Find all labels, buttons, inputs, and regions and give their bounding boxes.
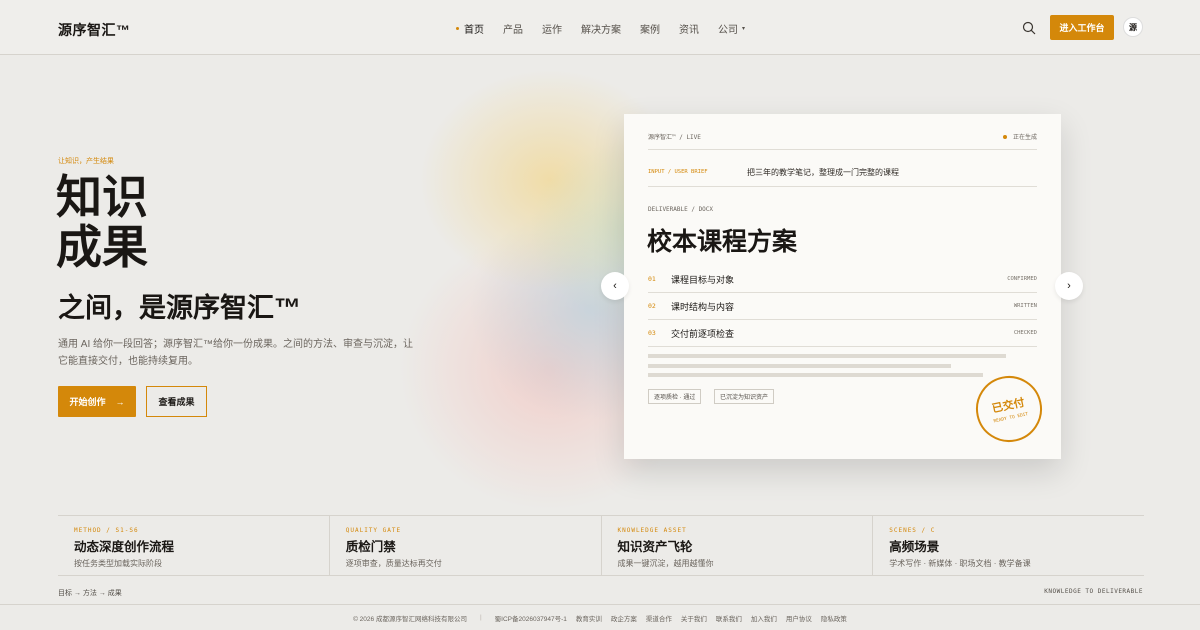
divider xyxy=(648,149,1037,150)
brief-text: 把三年的教学笔记，整理成一门完整的课程 xyxy=(747,168,899,177)
footer-link[interactable]: 教育实训 xyxy=(576,613,602,623)
icp-link[interactable]: 蜀ICP备2026037947号-1 xyxy=(495,613,567,623)
active-dot-icon xyxy=(456,27,459,30)
text-placeholder-bar xyxy=(648,364,951,368)
main-nav: 首页 产品 运作 解决方案 案例 资讯 公司 ▾ xyxy=(456,21,764,36)
tagline: KNOWLEDGE TO DELIVERABLE xyxy=(1044,588,1143,595)
card-tag: 源序智汇™ / LIVE xyxy=(648,134,701,141)
hero-subtitle: 之间，是源序智汇™ xyxy=(58,293,301,323)
nav-item-company[interactable]: 公司 ▾ xyxy=(718,21,745,36)
card-title: 校本课程方案 xyxy=(647,228,798,256)
hero-title: 知识 成果 xyxy=(56,172,148,272)
nav-item-news[interactable]: 资讯 xyxy=(679,21,699,36)
footer-link[interactable]: 政企方案 xyxy=(611,613,637,623)
hero-title-line2: 成果 xyxy=(56,221,148,273)
copyright: © 2026 成都源序智汇网络科技有限公司 xyxy=(353,615,467,623)
feature-method[interactable]: METHOD / S1-S6 动态深度创作流程 按任务类型加载实际阶段 xyxy=(58,516,330,575)
hero-description: 通用 AI 给你一段回答；源序智汇™给你一份成果。之间的方法、审查与沉淀，让它能… xyxy=(58,339,414,367)
card-status: 正在生成 xyxy=(1002,132,1037,141)
nav-item-operation[interactable]: 运作 xyxy=(542,21,562,36)
nav-item-solutions[interactable]: 解决方案 xyxy=(581,21,621,36)
knowledge-asset-pill: 已沉淀为知识资产 xyxy=(714,389,775,404)
search-icon[interactable] xyxy=(1022,21,1036,35)
carousel-next-button[interactable]: › xyxy=(1055,272,1083,300)
text-placeholder-bar xyxy=(648,354,1006,358)
breadcrumb: 目标 → 方法 → 成果 xyxy=(58,590,122,597)
site-header: 源序智汇™ 首页 产品 运作 解决方案 案例 资讯 公司 ▾ 进入工作台 源 xyxy=(0,0,1200,55)
checklist-item: 02 课时结构与内容 WRITTEN xyxy=(648,293,1037,320)
footer-link[interactable]: 渠道合作 xyxy=(646,613,672,623)
divider: | xyxy=(479,614,482,621)
avatar[interactable]: 源 xyxy=(1123,17,1143,37)
view-results-button[interactable]: 查看成果 xyxy=(146,386,207,417)
deliverable-label: DELIVERABLE / DOCX xyxy=(648,206,714,213)
checklist: 01 课程目标与对象 CONFIRMED 02 课时结构与内容 WRITTEN … xyxy=(648,266,1037,347)
arrow-right-icon: → xyxy=(115,396,125,407)
feature-scenes[interactable]: SCENES / C 高频场景 学术写作 · 新媒体 · 职场文档 · 教学备课 xyxy=(873,516,1144,575)
nav-item-cases[interactable]: 案例 xyxy=(640,21,660,36)
footer-link[interactable]: 关于我们 xyxy=(681,613,707,623)
quality-check-pill: 逐项质检 · 通过 xyxy=(648,389,702,404)
divider xyxy=(648,186,1037,187)
nav-item-home[interactable]: 首页 xyxy=(456,21,484,36)
checklist-item: 03 交付前逐项检查 CHECKED xyxy=(648,320,1037,347)
delivered-stamp: 已交付 READY TO EDIT xyxy=(969,369,1049,449)
hero-eyebrow: 让知识，产生结果 xyxy=(58,158,114,165)
checklist-item: 01 课程目标与对象 CONFIRMED xyxy=(648,266,1037,293)
start-create-button[interactable]: 开始创作 → xyxy=(58,386,136,417)
feature-strip: METHOD / S1-S6 动态深度创作流程 按任务类型加载实际阶段 QUAL… xyxy=(58,515,1144,576)
enter-workspace-button[interactable]: 进入工作台 xyxy=(1050,15,1114,40)
site-footer: © 2026 成都源序智汇网络科技有限公司 | 蜀ICP备2026037947号… xyxy=(0,604,1200,630)
feature-quality-gate[interactable]: QUALITY GATE 质检门禁 逐项审查，质量达标再交付 xyxy=(330,516,602,575)
footer-link[interactable]: 联系我们 xyxy=(716,613,742,623)
chevron-down-icon: ▾ xyxy=(742,26,746,32)
deliverable-card: 源序智汇™ / LIVE 正在生成 INPUT / USER BRIEF 把三年… xyxy=(624,114,1061,459)
hero-title-line1: 知识 xyxy=(56,171,148,223)
footer-link[interactable]: 隐私政策 xyxy=(821,613,847,623)
logo[interactable]: 源序智汇™ xyxy=(58,20,131,40)
nav-item-product[interactable]: 产品 xyxy=(503,21,523,36)
footer-link[interactable]: 用户协议 xyxy=(786,613,812,623)
carousel-prev-button[interactable]: ‹ xyxy=(601,272,629,300)
status-dot-icon xyxy=(1002,134,1007,139)
footer-link[interactable]: 加入我们 xyxy=(751,613,777,623)
feature-knowledge-asset[interactable]: KNOWLEDGE ASSET 知识资产飞轮 成果一键沉淀，越用越懂你 xyxy=(602,516,874,575)
brief-label: INPUT / USER BRIEF xyxy=(648,169,708,175)
text-placeholder-bar xyxy=(648,373,983,377)
